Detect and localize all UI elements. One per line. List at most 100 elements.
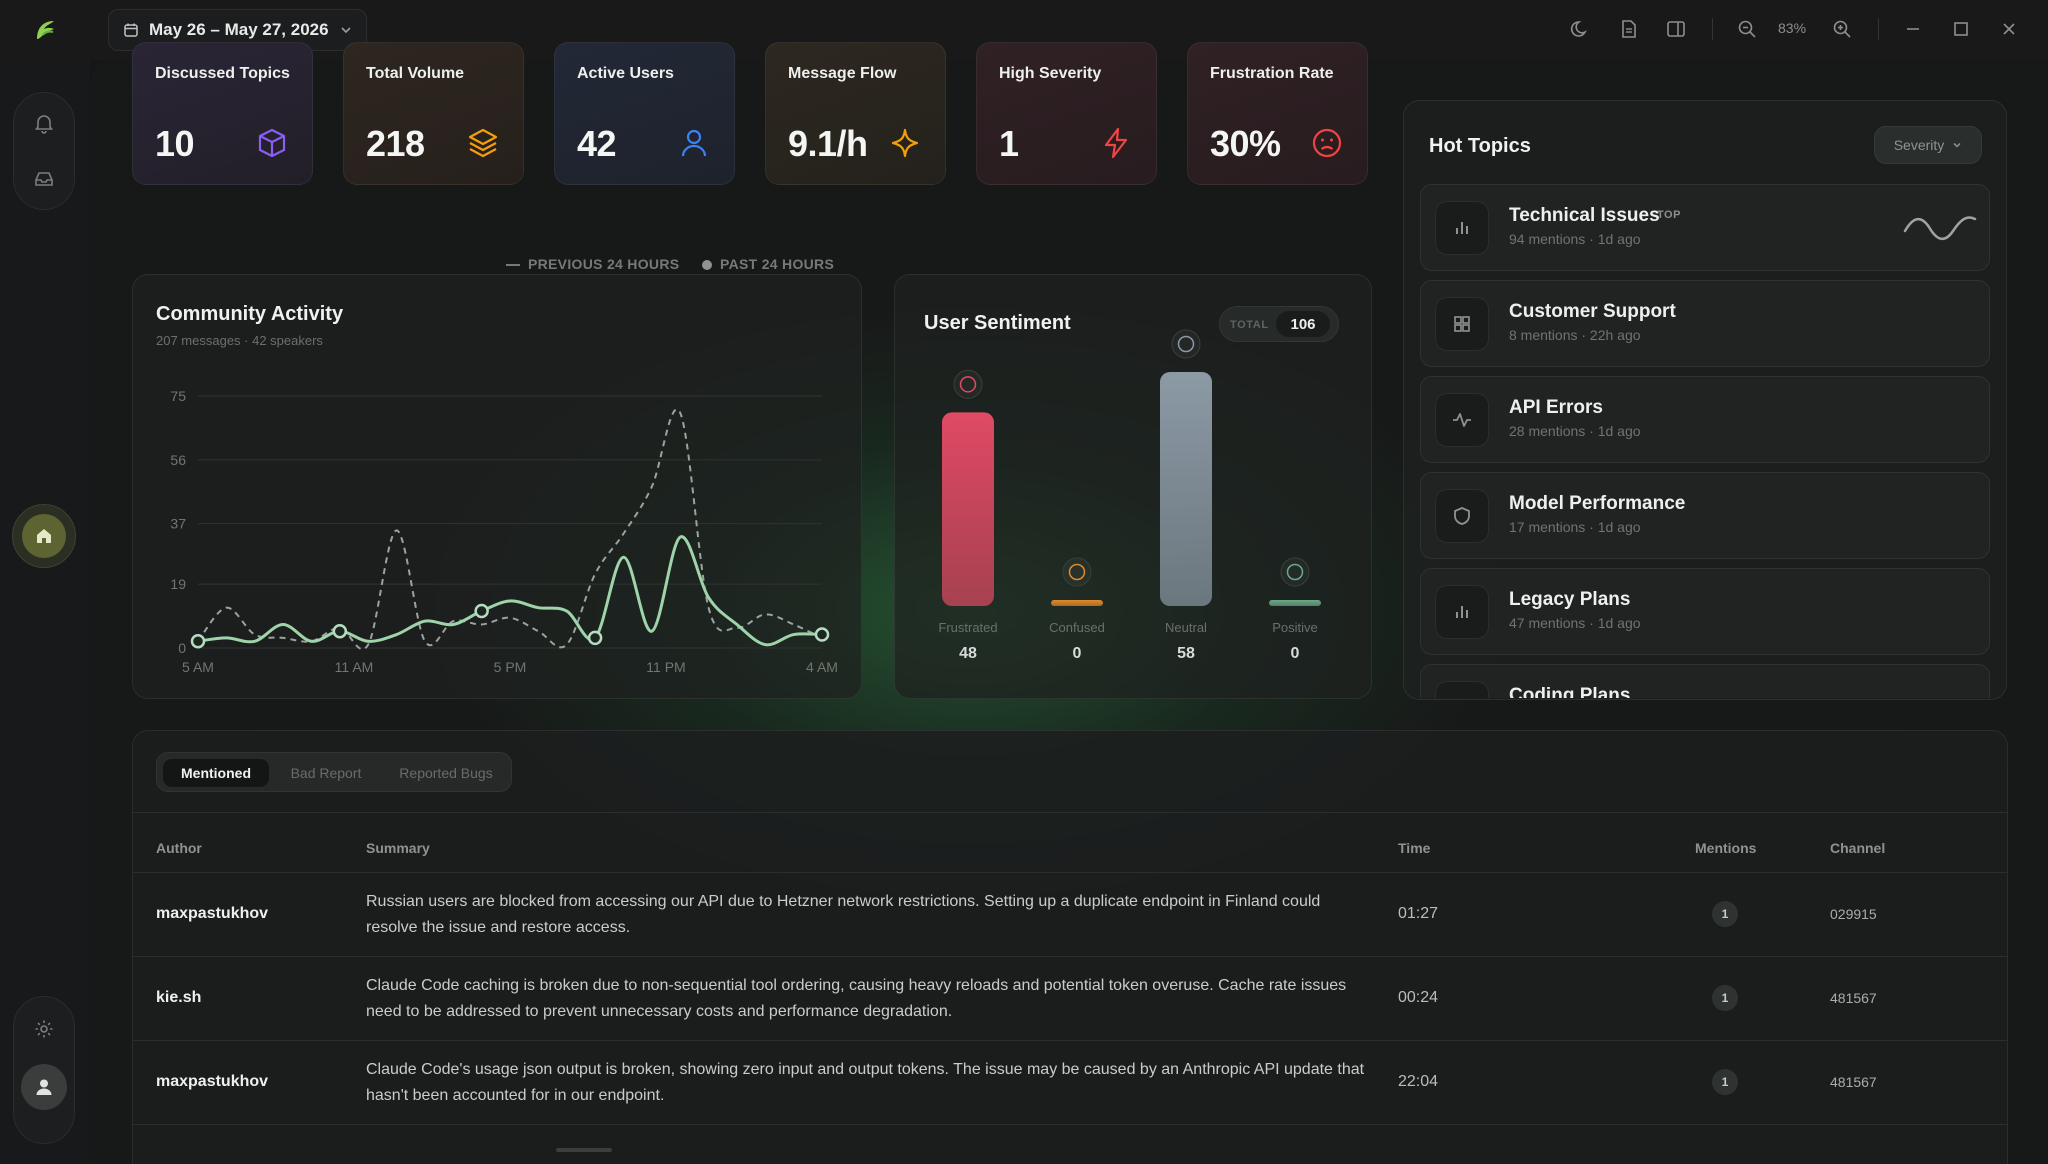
- frown-icon: [1312, 128, 1342, 158]
- stat-card-active-users[interactable]: Active Users 42: [554, 42, 735, 185]
- app-window: May 26 – May 27, 2026 83% Discussed Topi…: [0, 0, 2048, 1164]
- stat-card-message-flow[interactable]: Message Flow 9.1/h: [765, 42, 946, 185]
- close-icon[interactable]: [1998, 18, 2020, 40]
- tab-reported-bugs[interactable]: Reported Bugs: [383, 759, 509, 787]
- sidebar-toggle-icon[interactable]: [1665, 18, 1687, 40]
- horizontal-scrollbar[interactable]: [556, 1148, 612, 1152]
- toolbar-divider: [1878, 18, 1879, 40]
- stat-title: Message Flow: [788, 65, 897, 82]
- y-tick-label: 56: [170, 452, 186, 468]
- stat-card-high-severity[interactable]: High Severity 1: [976, 42, 1157, 185]
- maximize-icon[interactable]: [1950, 18, 1972, 40]
- legend-past[interactable]: PAST 24 HOURS: [702, 256, 834, 272]
- document-icon[interactable]: [1618, 18, 1640, 40]
- sentiment-value: 0: [1073, 645, 1082, 662]
- column-header-channel[interactable]: Channel: [1830, 840, 1885, 856]
- hot-topic-name: Technical Issues: [1509, 205, 1660, 226]
- row-mentions-badge: 1: [1712, 1069, 1738, 1095]
- row-summary: Claude Code caching is broken due to non…: [366, 977, 1347, 1020]
- shield-icon: [1454, 507, 1470, 525]
- stat-value: 218: [366, 123, 425, 164]
- home-icon: [37, 529, 51, 543]
- previous-series-line: [197, 408, 823, 650]
- stat-title: Total Volume: [366, 65, 465, 82]
- gear-icon: [35, 1020, 53, 1038]
- hot-topic-name: API Errors: [1509, 397, 1603, 418]
- hot-topic-icon-box: [1435, 297, 1489, 351]
- home-button-inner: [22, 514, 66, 558]
- hot-topic-item[interactable]: API Errors 28 mentions · 1d ago: [1420, 376, 1990, 463]
- column-header-time[interactable]: Time: [1398, 840, 1430, 856]
- sentiment-label: Confused: [1049, 620, 1105, 635]
- sentiment-bar: [1269, 600, 1321, 606]
- row-channel: 481567: [1830, 1074, 1877, 1090]
- data-point-marker: [190, 634, 206, 649]
- hot-topic-item[interactable]: Technical Issues TOP 94 mentions · 1d ag…: [1420, 184, 1990, 271]
- hot-topic-meta: 47 mentions · 1d ago: [1509, 615, 1641, 631]
- moon-icon[interactable]: [1570, 18, 1592, 40]
- avatar: [21, 1064, 67, 1110]
- calendar-icon: [124, 23, 138, 37]
- row-summary: Russian users are blocked from accessing…: [366, 893, 1321, 936]
- hot-topic-icon-box: [1435, 681, 1489, 698]
- activity-line-chart: 0 19 37 56 75 5 AM 11 AM 5 PM 11 PM 4 AM: [170, 388, 838, 675]
- stat-value: 9.1/h: [788, 123, 868, 164]
- bar-chart-icon: [1456, 606, 1468, 618]
- legend-previous-label: PREVIOUS 24 HOURS: [528, 256, 680, 272]
- stat-card-total-volume[interactable]: Total Volume 218: [343, 42, 524, 185]
- stat-card-discussed-topics[interactable]: Discussed Topics 10: [132, 42, 313, 185]
- grid-icon: [1454, 316, 1470, 332]
- tab-mentioned[interactable]: Mentioned: [163, 759, 269, 787]
- inbox-button[interactable]: [17, 152, 71, 206]
- settings-button[interactable]: [17, 1002, 71, 1056]
- column-header-summary[interactable]: Summary: [366, 840, 430, 856]
- row-author: maxpastukhov: [156, 1073, 269, 1090]
- sentiment-bar-chart: Frustrated 48 Confused 0 Neutral 58 Positive 0: [938, 329, 1321, 662]
- column-header-author[interactable]: Author: [156, 840, 202, 856]
- table-row-divider: [132, 1124, 2008, 1125]
- x-tick-label: 11 PM: [646, 659, 685, 675]
- bolt-icon: [1104, 127, 1128, 159]
- profile-button[interactable]: [17, 1060, 71, 1114]
- report-tabs: Mentioned Bad Report Reported Bugs: [156, 752, 512, 792]
- hot-topic-item[interactable]: Customer Support 8 mentions · 22h ago: [1420, 280, 1990, 367]
- column-header-mentions[interactable]: Mentions: [1695, 840, 1756, 856]
- hot-topic-item[interactable]: Model Performance 17 mentions · 1d ago: [1420, 472, 1990, 559]
- minimize-icon[interactable]: [1902, 18, 1924, 40]
- hot-topic-item[interactable]: Coding Plans: [1420, 664, 1990, 698]
- bell-icon: [34, 115, 54, 134]
- zoom-out-icon[interactable]: [1736, 18, 1758, 40]
- stat-title: Frustration Rate: [1210, 65, 1334, 82]
- hot-topic-item[interactable]: Legacy Plans 47 mentions · 1d ago: [1420, 568, 1990, 655]
- top-badge: TOP: [1657, 209, 1681, 221]
- table-row[interactable]: kie.sh Claude Code caching is broken due…: [132, 956, 2008, 1040]
- tab-bad-report[interactable]: Bad Report: [273, 759, 379, 787]
- pulse-icon: [1453, 413, 1471, 427]
- row-mentions-badge: 1: [1712, 985, 1738, 1011]
- severity-sort-dropdown[interactable]: Severity: [1874, 126, 1982, 164]
- row-mentions-badge: 1: [1712, 901, 1738, 927]
- hot-topic-name: Customer Support: [1509, 301, 1676, 322]
- sentiment-face-badge: [1062, 557, 1092, 587]
- stat-value: 1: [999, 123, 1019, 164]
- hot-topic-meta: 17 mentions · 1d ago: [1509, 519, 1641, 535]
- hot-topic-name: Coding Plans: [1509, 685, 1631, 698]
- table-row[interactable]: maxpastukhov Claude Code's usage json ou…: [132, 1040, 2008, 1124]
- home-button[interactable]: [12, 504, 76, 568]
- data-point-marker: [474, 603, 489, 619]
- sentiment-bar: [942, 412, 994, 606]
- legend-previous[interactable]: PREVIOUS 24 HOURS: [506, 256, 679, 272]
- table-row[interactable]: maxpastukhov Russian users are blocked f…: [132, 872, 2008, 956]
- sentiment-value: 48: [959, 645, 977, 662]
- notifications-button[interactable]: [17, 96, 71, 150]
- hot-topic-icon-box: [1435, 201, 1489, 255]
- sentiment-bar: [1160, 372, 1212, 606]
- hot-topic-meta: 8 mentions · 22h ago: [1509, 327, 1641, 343]
- activity-subtitle: 207 messages · 42 speakers: [156, 333, 323, 348]
- user-icon: [681, 129, 707, 157]
- stat-card-frustration-rate[interactable]: Frustration Rate 30%: [1187, 42, 1368, 185]
- x-tick-label: 5 AM: [182, 659, 214, 675]
- row-channel: 029915: [1830, 906, 1877, 922]
- zoom-in-icon[interactable]: [1831, 18, 1853, 40]
- sentiment-bar: [1051, 600, 1103, 606]
